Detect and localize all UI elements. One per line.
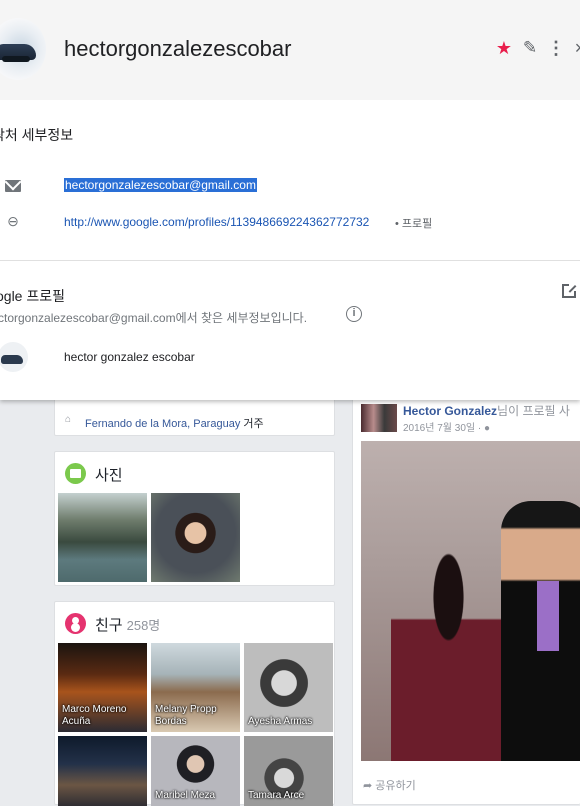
friend-name: Melany Propp Bordas (155, 704, 217, 727)
info-icon[interactable]: i (346, 306, 362, 322)
post-author-rest: 님이 프로필 사 (497, 404, 570, 418)
friend-thumbnail[interactable] (58, 736, 147, 806)
location-suffix: 거주 (240, 418, 264, 430)
friend-thumbnail[interactable]: Tamara Arce (244, 736, 333, 806)
friend-name: Maribel Meza (155, 790, 216, 801)
friends-title-text[interactable]: 친구 (95, 617, 123, 634)
contact-avatar (0, 18, 46, 80)
open-external-icon[interactable] (562, 283, 577, 298)
photo-icon (65, 463, 86, 484)
post-author-link[interactable]: Hector Gonzalez (403, 404, 497, 418)
friend-thumbnail[interactable]: Ayesha Armas (244, 643, 333, 732)
globe-icon: ● (483, 423, 491, 434)
location-card: ⌂ Fernando de la Mora, Paraguay 거주 (54, 398, 335, 436)
friend-name: Marco Moreno Acuña (62, 704, 127, 727)
post-date: 2016년 7월 30일 · ● (403, 419, 490, 434)
photo-thumbnail[interactable] (151, 493, 240, 582)
divider (0, 260, 580, 261)
profile-display-name: hector gonzalez escobar (64, 350, 195, 364)
profile-avatar (0, 342, 28, 372)
post-author: Hector Gonzalez님이 프로필 사 (403, 402, 570, 419)
post-card: Hector Gonzalez님이 프로필 사 2016년 7월 30일 · ●… (352, 398, 580, 805)
photos-card: 사진 (54, 451, 335, 586)
photos-title[interactable]: 사진 (95, 464, 123, 485)
close-icon[interactable]: × (570, 38, 580, 58)
post-photo[interactable] (361, 441, 580, 761)
car-image (1, 355, 23, 364)
photo-person (391, 551, 506, 761)
email-value[interactable]: hectorgonzalezescobar@gmail.com (64, 178, 257, 192)
share-icon: ➦ (363, 780, 376, 792)
edit-icon[interactable]: ✎ (520, 38, 540, 58)
star-icon[interactable]: ★ (494, 38, 514, 58)
contact-name: hectorgonzalezescobar (64, 36, 292, 61)
contact-card: hectorgonzalezescobar ★ ✎ ⋮ × 락처 세부정보 he… (0, 0, 580, 400)
friend-name: Tamara Arce (248, 790, 305, 801)
post-author-avatar[interactable] (361, 404, 397, 432)
more-options-icon[interactable]: ⋮ (546, 38, 566, 58)
google-profile-source: ctorgonzalezescobar@gmail.com에서 찾은 세부정보입… (0, 311, 308, 325)
friend-thumbnail[interactable]: Marco Moreno Acuña (58, 643, 147, 732)
location-link[interactable]: Fernando de la Mora, Paraguay (85, 418, 240, 430)
friends-icon (65, 613, 86, 634)
contact-header: hectorgonzalezescobar ★ ✎ ⋮ × (0, 0, 580, 100)
photo-thumbnail[interactable] (58, 493, 147, 582)
contact-details-title: 락처 세부정보 (0, 127, 74, 143)
friend-name: Ayesha Armas (248, 716, 313, 727)
photo-stole (537, 581, 559, 651)
share-button[interactable]: ➦ 공유하기 (363, 777, 416, 793)
google-profile-title: ogle 프로필 (0, 288, 65, 304)
friend-thumbnail[interactable]: Maribel Meza (151, 736, 240, 806)
post-date-text[interactable]: 2016년 7월 30일 · (403, 423, 484, 434)
friends-card: 친구 258명 Marco Moreno Acuña Melany Propp B… (54, 601, 335, 806)
friends-count: 258명 (126, 618, 161, 633)
car-image (0, 44, 36, 62)
link-icon: ⊖ (7, 213, 19, 229)
friend-thumbnail[interactable]: Melany Propp Bordas (151, 643, 240, 732)
profile-url-type: • 프로필 (395, 218, 433, 230)
profile-url-link[interactable]: http://www.google.com/profiles/113948669… (64, 215, 369, 229)
friends-title: 친구 258명 (95, 614, 160, 635)
email-icon (4, 179, 22, 193)
location-text: Fernando de la Mora, Paraguay 거주 (85, 415, 264, 431)
home-icon: ⌂ (65, 414, 72, 425)
share-label: 공유하기 (375, 780, 416, 792)
